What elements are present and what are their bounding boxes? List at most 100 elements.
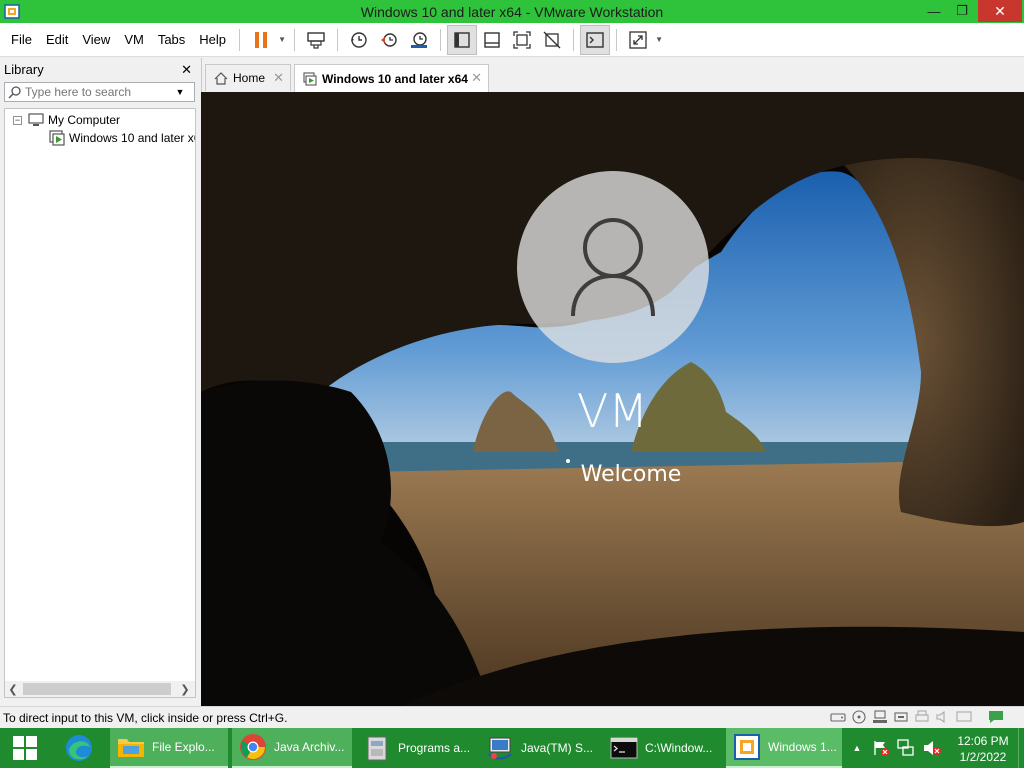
vmware-icon <box>732 732 762 762</box>
scroll-right-arrow[interactable]: ❯ <box>177 683 193 696</box>
restore-button[interactable]: ❐ <box>948 0 976 22</box>
display-icon[interactable] <box>956 710 972 724</box>
menu-vm[interactable]: VM <box>117 23 151 57</box>
revert-snapshot-button[interactable] <box>374 25 404 55</box>
tree-item-vm[interactable]: Windows 10 and later x64 <box>49 129 195 147</box>
windows-taskbar: File Explo... Java Archiv... Programs a.… <box>0 728 1024 768</box>
tray-overflow-chevron[interactable]: ▲ <box>850 728 864 768</box>
send-ctrl-alt-del-button[interactable] <box>301 25 331 55</box>
library-search[interactable]: ▼ <box>4 82 195 102</box>
search-icon <box>5 85 25 99</box>
unity-icon <box>543 31 561 48</box>
library-tree: − My Computer Windows 10 and later x64 ❮… <box>4 108 196 698</box>
search-dropdown-arrow[interactable]: ▼ <box>171 87 189 97</box>
thumbnail-bar-button[interactable] <box>477 25 507 55</box>
tab-bar: Home ✕ Windows 10 and later x64 ✕ <box>201 58 1024 92</box>
menu-tabs[interactable]: Tabs <box>151 23 192 57</box>
stretch-dropdown-arrow[interactable]: ▼ <box>653 35 665 44</box>
taskbar-programs[interactable]: Programs a... <box>356 728 476 768</box>
taskbar-vmware[interactable]: Windows 1... <box>726 728 842 768</box>
volume-muted-icon[interactable] <box>922 739 942 757</box>
hard-disk-icon[interactable] <box>830 710 846 724</box>
tree-item-label: Windows 10 and later x64 <box>69 131 195 145</box>
taskbar-file-explorer[interactable]: File Explo... <box>110 728 228 768</box>
console-view-button[interactable] <box>580 24 611 55</box>
taskbar-item-label: File Explo... <box>152 740 215 754</box>
menu-toolbar: File Edit View VM Tabs Help ▼ ▼ <box>0 23 1024 57</box>
cd-rom-icon[interactable] <box>851 710 867 724</box>
taskbar-clock[interactable]: 12:06 PM 1/2/2022 <box>948 733 1018 765</box>
status-spacer <box>977 710 983 724</box>
tab-vm[interactable]: Windows 10 and later x64 ✕ <box>294 64 489 92</box>
network-icon[interactable] <box>896 739 916 757</box>
file-explorer-icon <box>116 732 146 762</box>
welcome-status: Welcome <box>580 462 682 487</box>
user-avatar[interactable] <box>517 171 709 363</box>
tab-home[interactable]: Home ✕ <box>205 64 291 91</box>
show-desktop-button[interactable] <box>1018 728 1024 768</box>
taskbar-item-label: Windows 1... <box>768 740 837 754</box>
pause-button[interactable] <box>246 25 276 55</box>
toolbar-separator <box>440 28 442 51</box>
minimize-button[interactable]: — <box>920 0 948 22</box>
tab-label: Windows 10 and later x64 <box>322 71 468 86</box>
toolbar-separator <box>573 28 575 51</box>
taskbar-item-label: C:\Window... <box>645 741 713 755</box>
vm-icon <box>303 71 317 86</box>
printer-icon[interactable] <box>914 710 930 724</box>
library-search-input[interactable] <box>25 85 171 99</box>
status-message: To direct input to this VM, click inside… <box>3 710 288 725</box>
library-horizontal-scrollbar[interactable]: ❮ ❯ <box>5 681 195 697</box>
close-tab-icon[interactable]: ✕ <box>273 70 284 86</box>
snapshot-icon <box>351 31 367 48</box>
message-log-icon[interactable] <box>988 710 1004 724</box>
tab-label: Home <box>233 71 266 85</box>
scrollbar-thumb[interactable] <box>23 683 171 695</box>
snapshot-button[interactable] <box>344 25 374 55</box>
menu-file[interactable]: File <box>4 23 39 57</box>
power-dropdown-arrow[interactable]: ▼ <box>276 35 288 44</box>
title-bar[interactable]: Windows 10 and later x64 - VMware Workst… <box>0 0 1024 23</box>
show-library-button[interactable] <box>447 24 478 55</box>
clock-date: 1/2/2022 <box>959 750 1007 764</box>
tree-expander[interactable]: − <box>13 115 22 125</box>
vmware-icon[interactable] <box>4 4 20 19</box>
taskbar-edge[interactable] <box>54 728 104 768</box>
clock-time: 12:06 PM <box>957 734 1009 748</box>
edge-icon <box>66 735 92 761</box>
revert-snapshot-icon <box>381 32 397 47</box>
taskbar-item-label: Java(TM) S... <box>521 741 594 755</box>
close-tab-icon[interactable]: ✕ <box>471 70 482 86</box>
menu-help[interactable]: Help <box>192 23 233 57</box>
pause-icon <box>255 31 268 48</box>
java-icon <box>485 733 515 763</box>
usb-icon[interactable] <box>893 710 909 724</box>
start-button[interactable] <box>0 728 50 768</box>
network-adapter-icon[interactable] <box>872 710 888 724</box>
vm-console-screen[interactable]: VM Welcome <box>201 92 1024 706</box>
tree-item-my-computer[interactable]: − My Computer <box>13 111 120 129</box>
sound-card-icon[interactable] <box>935 710 951 724</box>
send-keys-icon <box>307 31 325 49</box>
stretch-guest-button[interactable] <box>623 25 653 55</box>
flag-alert-icon[interactable] <box>872 740 890 756</box>
taskbar-java[interactable]: Java(TM) S... <box>479 728 599 768</box>
menu-view[interactable]: View <box>75 23 117 57</box>
user-icon <box>571 218 655 317</box>
computer-icon <box>28 113 44 127</box>
taskbar-chrome[interactable]: Java Archiv... <box>232 728 352 768</box>
tray-icons <box>872 728 942 768</box>
unity-button[interactable] <box>537 25 567 55</box>
library-close-button[interactable]: ✕ <box>181 62 192 78</box>
scroll-left-arrow[interactable]: ❮ <box>5 683 21 696</box>
toolbar-separator <box>294 28 296 51</box>
library-title: Library <box>4 61 44 77</box>
stretch-icon <box>629 30 647 49</box>
console-icon <box>586 31 604 48</box>
menu-edit[interactable]: Edit <box>39 23 75 57</box>
snapshot-manager-button[interactable] <box>404 25 434 55</box>
full-screen-button[interactable] <box>507 25 537 55</box>
thumbnail-view-icon <box>484 31 500 48</box>
close-window-button[interactable]: ✕ <box>978 0 1022 22</box>
taskbar-cmd[interactable]: C:\Window... <box>603 728 723 768</box>
